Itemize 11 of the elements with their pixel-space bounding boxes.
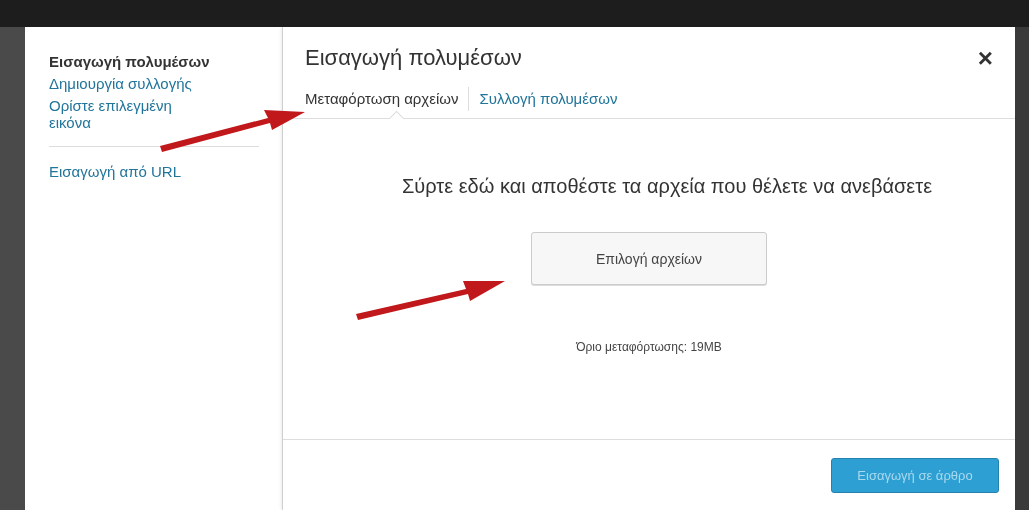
- tab[interactable]: Μεταφόρτωση αρχείων: [305, 90, 459, 113]
- sidebar-item[interactable]: Εισαγωγή από URL: [49, 161, 199, 183]
- select-files-button[interactable]: Επιλογή αρχείων: [531, 232, 767, 285]
- tab[interactable]: Συλλογή πολυμέσων: [479, 90, 618, 113]
- upload-limit: Όριο μεταφόρτωσης: 19MB: [576, 340, 722, 354]
- sidebar-item[interactable]: Ορίστε επιλεγμένη εικόνα: [49, 95, 199, 134]
- sidebar-item[interactable]: Δημιουργία συλλογής: [49, 73, 199, 95]
- drop-instructions: Σύρτε εδώ και αποθέστε τα αρχεία που θέλετε να ανεβάσετε: [401, 175, 933, 198]
- close-button[interactable]: ×: [971, 42, 999, 74]
- sidebar-item[interactable]: Εισαγωγή πολυμέσων: [49, 51, 229, 73]
- modal-title: Εισαγωγή πολυμέσων: [305, 45, 522, 71]
